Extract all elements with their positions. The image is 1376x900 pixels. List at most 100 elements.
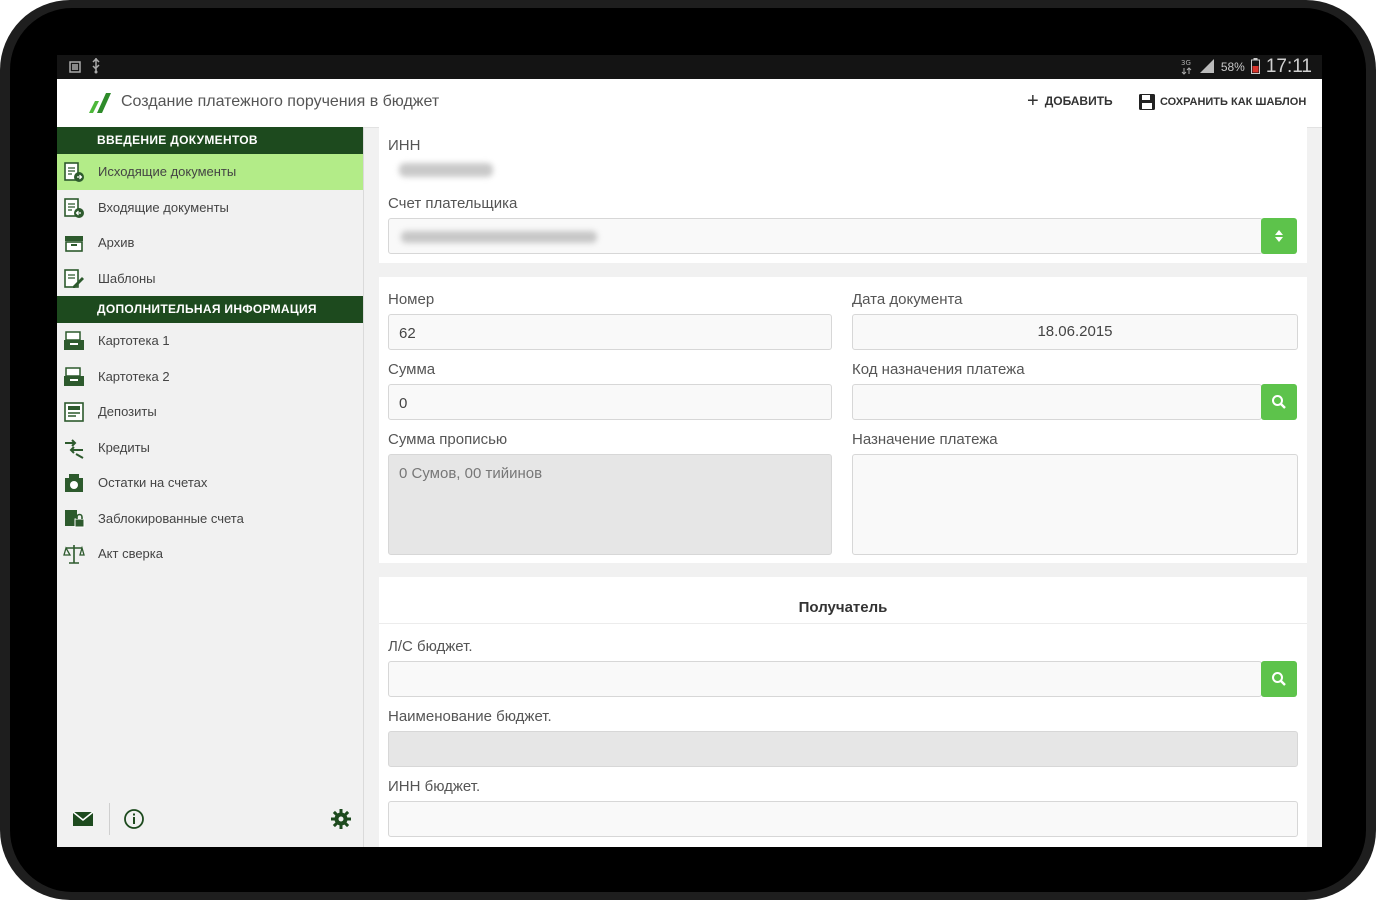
sidebar-footer — [57, 791, 363, 847]
add-button[interactable]: + ДОБАВИТЬ — [1027, 90, 1113, 112]
nav-item-label: Депозиты — [98, 404, 157, 419]
budget-name-label: Наименование бюджет. — [388, 708, 552, 725]
budget-account-field[interactable] — [388, 661, 1262, 697]
templates-icon — [64, 268, 84, 288]
reconciliation-icon — [63, 545, 85, 564]
gear-icon[interactable] — [329, 808, 353, 830]
payer-card: ИНН Счет плательщика — [379, 127, 1307, 263]
purpose-code-search-button[interactable] — [1261, 384, 1297, 420]
nav-item-label: Картотека 1 — [98, 333, 170, 348]
sum-field[interactable]: 0 — [388, 384, 832, 420]
svg-text:3G: 3G — [1181, 59, 1191, 67]
nav-item-label: Акт сверка — [98, 546, 163, 561]
nav-item-account-balances[interactable]: Остатки на счетах — [57, 465, 363, 501]
card-index-icon — [64, 366, 84, 386]
inn-value-redacted — [399, 163, 493, 177]
sum-in-words-label: Сумма прописью — [388, 431, 508, 448]
notification-icon — [69, 60, 81, 76]
sum-in-words-field: 0 Сумов, 00 тийинов — [388, 454, 832, 555]
budget-inn-field[interactable] — [388, 801, 1298, 837]
balances-icon — [65, 474, 83, 492]
save-as-template-button[interactable]: СОХРАНИТЬ КАК ШАБЛОН — [1138, 93, 1306, 111]
sum-value: 0 — [399, 395, 408, 412]
sum-label: Сумма — [388, 361, 436, 378]
nav-item-card-index-1[interactable]: Картотека 1 — [57, 323, 363, 359]
nav-item-label: Заблокированные счета — [98, 510, 244, 526]
nav-item-deposits[interactable]: Депозиты — [57, 394, 363, 430]
doc-date-field[interactable]: 18.06.2015 — [852, 314, 1298, 350]
page-title: Создание платежного поручения в бюджет — [121, 93, 440, 110]
search-icon — [1272, 395, 1286, 409]
nav-item-credits[interactable]: Кредиты — [57, 430, 363, 466]
payment-purpose-label: Назначение платежа — [852, 431, 998, 448]
nav-item-reconciliation-act[interactable]: Акт сверка — [57, 536, 363, 572]
nav-item-outgoing-documents[interactable]: Исходящие документы — [57, 154, 363, 190]
nav-item-blocked-accounts[interactable]: Заблокированные счета — [57, 501, 363, 537]
nav-item-label: Исходящие документы — [98, 164, 237, 179]
doc-date-label: Дата документа — [852, 291, 963, 308]
payer-account-dropdown-button[interactable] — [1261, 218, 1297, 254]
nav-item-label: Остатки на счетах — [98, 475, 208, 490]
status-bar: 3G 58% 17:11 — [57, 55, 1322, 79]
nav-item-incoming-documents[interactable]: Входящие документы — [57, 190, 363, 226]
nav-item-label: Входящие документы — [98, 199, 229, 215]
sidebar: ВВЕДЕНИЕ ДОКУМЕНТОВ Исходящие документы … — [57, 127, 364, 847]
recipient-title: Получатель — [798, 599, 888, 616]
budget-name-field — [388, 731, 1298, 767]
battery-icon — [1250, 57, 1260, 77]
status-bar-right: 3G 58% 17:11 — [1181, 56, 1312, 78]
search-icon — [1272, 672, 1286, 686]
purpose-code-label: Код назначения платежа — [852, 361, 1025, 378]
credits-icon — [65, 438, 84, 459]
budget-account-label: Л/С бюджет. — [388, 638, 473, 655]
payer-account-label: Счет плательщика — [388, 195, 518, 212]
purpose-code-field[interactable] — [852, 384, 1262, 420]
network-3g-icon: 3G — [1181, 57, 1193, 78]
blocked-accounts-icon — [65, 509, 85, 527]
card-index-icon — [64, 331, 84, 350]
section-header-documents: ВВЕДЕНИЕ ДОКУМЕНТОВ — [57, 127, 363, 154]
document-details-card: Номер 62 Дата документа 18.06.2015 Сумма… — [379, 277, 1307, 563]
nav-item-label: Шаблоны — [98, 270, 156, 286]
budget-inn-label: ИНН бюджет. — [388, 778, 481, 795]
budget-account-search-button[interactable] — [1261, 661, 1297, 697]
sum-in-words-value: 0 Сумов, 00 тийинов — [399, 465, 543, 482]
mail-icon[interactable] — [71, 808, 95, 830]
usb-icon — [91, 57, 101, 77]
app-bar: Создание платежного поручения в бюджет +… — [57, 79, 1322, 128]
recipient-card: Получатель Л/С бюджет. Наименование бюдж… — [379, 577, 1307, 847]
nav-item-card-index-2[interactable]: Картотека 2 — [57, 359, 363, 395]
recipient-divider — [379, 623, 1307, 624]
nav-item-label: Картотека 2 — [98, 368, 170, 384]
incoming-docs-icon — [64, 197, 84, 218]
deposits-icon — [64, 402, 84, 422]
sort-arrows-icon — [1275, 230, 1283, 242]
nav-item-label: Архив — [98, 235, 135, 250]
main-content: ИНН Счет плательщика Номер 62 Дата докум… — [379, 127, 1307, 847]
payer-account-select[interactable] — [388, 218, 1263, 254]
screen: 3G 58% 17:11 Создание платежного поручен… — [57, 55, 1322, 847]
bank-logo-icon — [89, 93, 111, 113]
archive-icon — [65, 236, 83, 252]
payment-purpose-field[interactable] — [852, 454, 1298, 555]
nav-item-templates[interactable]: Шаблоны — [57, 261, 363, 297]
nav-item-archive[interactable]: Архив — [57, 225, 363, 261]
outgoing-docs-icon — [64, 162, 84, 182]
info-icon[interactable] — [122, 808, 146, 830]
clock: 17:11 — [1265, 56, 1312, 77]
number-field[interactable]: 62 — [388, 314, 832, 350]
floppy-disk-icon — [1139, 94, 1155, 110]
signal-icon — [1199, 58, 1215, 77]
doc-date-value: 18.06.2015 — [1037, 323, 1113, 340]
nav-item-label: Кредиты — [98, 439, 150, 455]
number-value: 62 — [399, 325, 416, 342]
number-label: Номер — [388, 291, 435, 308]
plus-icon: + — [1027, 90, 1039, 112]
save-as-template-label: СОХРАНИТЬ КАК ШАБЛОН — [1160, 96, 1307, 108]
payer-account-value-redacted — [401, 231, 597, 243]
add-button-label: ДОБАВИТЬ — [1044, 94, 1113, 108]
inn-label: ИНН — [388, 137, 421, 154]
battery-percent: 58% — [1220, 60, 1245, 74]
section-header-additional-info: ДОПОЛНИТЕЛЬНАЯ ИНФОРМАЦИЯ — [57, 296, 363, 323]
footer-divider — [109, 803, 110, 835]
